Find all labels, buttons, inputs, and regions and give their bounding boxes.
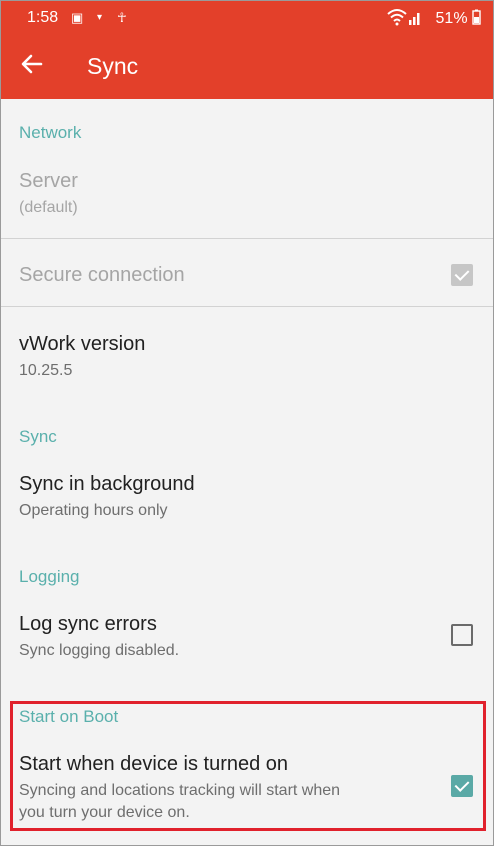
check-icon [454, 266, 470, 281]
page-title: Sync [87, 53, 139, 79]
battery-level: 51% [436, 9, 481, 28]
accessibility-icon: ☥ [117, 10, 127, 25]
signal-icon [409, 9, 423, 28]
battery-icon [472, 9, 481, 25]
section-header-network: Network [19, 123, 82, 142]
screen: 1:58 ▣ ▾ ☥ 51% Sync Network Server (defa… [0, 0, 494, 846]
version-title: vWork version [19, 333, 146, 355]
server-value: (default) [19, 199, 78, 216]
app-bar: Sync [1, 35, 493, 99]
battery-text: 51% [435, 10, 468, 27]
sync-background-title: Sync in background [19, 473, 195, 495]
divider [1, 238, 493, 239]
section-header-sync: Sync [19, 427, 57, 446]
highlight-box [10, 701, 486, 831]
divider [1, 306, 493, 307]
log-sync-errors-title: Log sync errors [19, 613, 157, 635]
dropdown-icon: ▾ [97, 12, 103, 23]
secure-connection-title: Secure connection [19, 264, 185, 286]
log-sync-errors-value: Sync logging disabled. [19, 642, 180, 659]
status-bar: 1:58 ▣ ▾ ☥ 51% [1, 1, 493, 35]
sync-background-value: Operating hours only [19, 502, 168, 519]
section-header-logging: Logging [19, 567, 80, 586]
log-sync-errors-checkbox[interactable] [451, 624, 473, 646]
status-time: 1:58 [27, 9, 59, 26]
wifi-icon [387, 8, 407, 30]
back-arrow-icon[interactable] [21, 49, 43, 81]
version-value: 10.25.5 [19, 362, 73, 379]
secure-connection-checkbox[interactable] [451, 264, 473, 286]
notification-icon: ▣ [71, 10, 84, 25]
server-title: Server [19, 170, 78, 192]
